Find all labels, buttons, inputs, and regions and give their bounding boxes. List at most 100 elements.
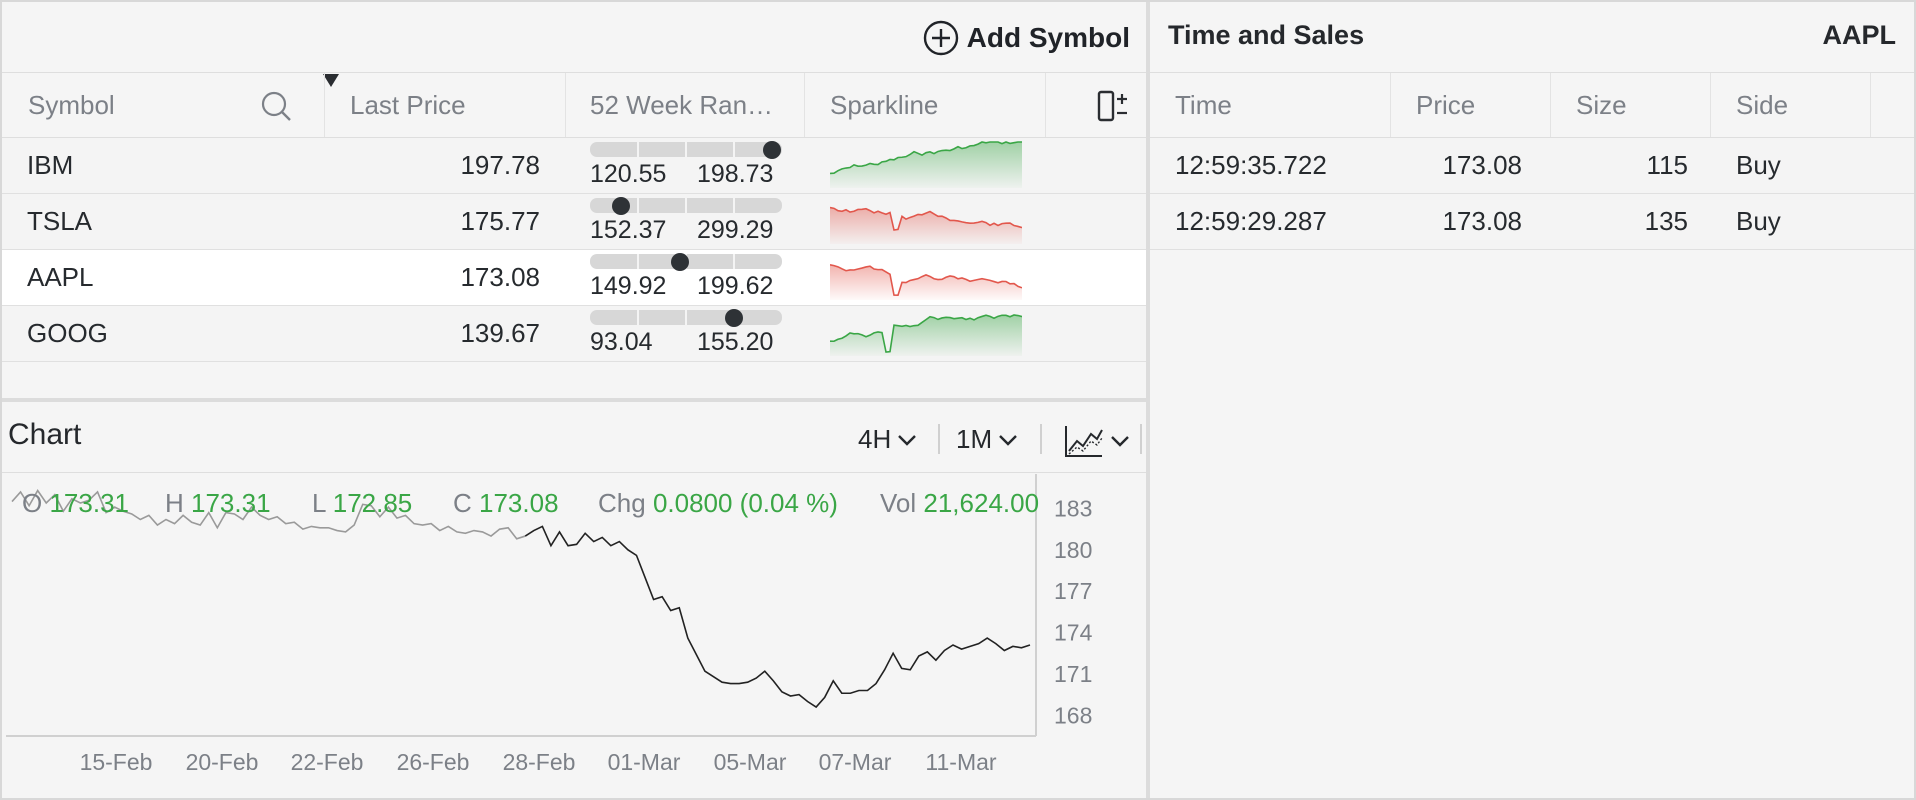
range-tick xyxy=(733,254,735,269)
ohlc-volume-label: Vol xyxy=(880,488,917,518)
column-divider[interactable] xyxy=(1045,73,1046,137)
column-divider[interactable] xyxy=(324,73,325,137)
ohlc-volume: Vol 21,624.00 xyxy=(880,488,1039,519)
column-divider[interactable] xyxy=(565,73,566,137)
row-last-price: 197.78 xyxy=(460,150,540,180)
chart-header-divider xyxy=(2,472,1146,473)
column-chooser-icon[interactable] xyxy=(1096,89,1132,123)
column-header-52-week-range[interactable]: 52 Week Ran… xyxy=(590,73,773,137)
y-tick-label: 177 xyxy=(1054,578,1092,604)
range-bar xyxy=(590,197,782,215)
column-divider[interactable] xyxy=(1710,73,1711,137)
interval-dropdown[interactable]: 4H xyxy=(858,424,917,455)
interval-value: 4H xyxy=(858,424,892,454)
y-tick-label: 168 xyxy=(1054,702,1092,728)
range-low: 93.04 xyxy=(590,328,653,356)
x-tick-label: 07-Mar xyxy=(819,749,892,775)
column-header-side[interactable]: Side xyxy=(1736,73,1788,137)
y-tick-label: 180 xyxy=(1054,537,1092,563)
range-marker xyxy=(763,141,782,159)
chart-title: Chart xyxy=(8,418,82,451)
add-symbol-label: Add Symbol xyxy=(966,22,1130,53)
sparkline-area xyxy=(830,314,1022,356)
chart-panel: Chart 4H 1M 183 180 177 174 171 168 15-Feb 20-F… xyxy=(2,402,1146,798)
range-high: 199.62 xyxy=(697,272,774,300)
watchlist-row-ibm[interactable]: IBM 197.78 120.55 198.73 xyxy=(2,138,1146,194)
watchlist-row-goog[interactable]: GOOG 139.67 93.04 155.20 xyxy=(2,306,1146,362)
chart-type-dropdown[interactable] xyxy=(1058,424,1130,458)
row-symbol: TSLA xyxy=(27,206,93,236)
column-divider[interactable] xyxy=(1550,73,1551,137)
line-chart-icon xyxy=(1065,426,1103,457)
trade-price: 173.08 xyxy=(1442,206,1522,236)
ohlc-change: Chg 0.0800 (0.04 %) xyxy=(598,488,838,519)
range-tick xyxy=(637,198,639,213)
range-high: 198.73 xyxy=(697,160,774,188)
range-low: 120.55 xyxy=(590,160,667,188)
range-bar xyxy=(590,253,782,271)
toolbar-divider xyxy=(1040,424,1042,454)
range-tick xyxy=(637,142,639,157)
column-header-time[interactable]: Time xyxy=(1175,73,1232,137)
period-value: 1M xyxy=(956,424,993,454)
range-tick xyxy=(685,310,687,325)
x-tick-label: 26-Feb xyxy=(397,749,470,775)
trade-side: Buy xyxy=(1736,206,1781,236)
column-header-sparkline[interactable]: Sparkline xyxy=(830,73,938,137)
chevron-down-icon xyxy=(898,434,917,446)
range-low: 149.92 xyxy=(590,272,667,300)
watchlist-row-aapl[interactable]: AAPL 173.08 149.92 199.62 xyxy=(2,250,1146,306)
trade-time: 12:59:29.287 xyxy=(1175,206,1327,236)
ohlc-low: L 172.85 xyxy=(312,488,412,519)
add-symbol-button[interactable]: Add Symbol xyxy=(923,20,1130,56)
time-and-sales-title: Time and Sales xyxy=(1168,20,1365,50)
trade-price: 173.08 xyxy=(1442,150,1522,180)
sparkline-area xyxy=(830,142,1022,188)
search-icon[interactable] xyxy=(260,90,292,122)
trade-row[interactable]: 12:59:35.722 173.08 115 Buy xyxy=(1150,138,1914,194)
range-low: 152.37 xyxy=(590,216,667,244)
sparkline-area xyxy=(830,264,1022,300)
time-and-sales-panel: Time and Sales AAPL Time Price Size Side… xyxy=(1150,2,1914,798)
range-tick xyxy=(637,254,639,269)
trade-side: Buy xyxy=(1736,150,1781,180)
app-frame: Add Symbol Symbol Last Price 52 Week Ran… xyxy=(0,0,1916,800)
y-tick-label: 174 xyxy=(1054,620,1093,646)
column-divider[interactable] xyxy=(804,73,805,137)
plus-circle-icon xyxy=(923,20,958,56)
column-header-symbol[interactable]: Symbol xyxy=(28,73,115,137)
toolbar-divider xyxy=(1140,424,1142,454)
period-dropdown[interactable]: 1M xyxy=(956,424,1018,455)
ohlc-low-label: L xyxy=(312,488,326,518)
ohlc-high-label: H xyxy=(165,488,184,518)
column-header-last-price[interactable]: Last Price xyxy=(350,73,466,137)
ohlc-open-value: 173.31 xyxy=(49,488,129,518)
watchlist-toolbar: Add Symbol xyxy=(2,2,1146,73)
ohlc-close-label: C xyxy=(453,488,472,518)
ohlc-open: O 173.31 xyxy=(22,488,129,519)
x-tick-label: 22-Feb xyxy=(291,749,364,775)
range-tick xyxy=(685,142,687,157)
column-divider[interactable] xyxy=(1390,73,1391,137)
watchlist-header: Symbol Last Price 52 Week Ran… Sparkline xyxy=(2,73,1146,138)
watchlist-row-tsla[interactable]: TSLA 175.77 152.37 299.29 xyxy=(2,194,1146,250)
time-and-sales-symbol: AAPL xyxy=(1822,20,1897,50)
row-symbol: GOOG xyxy=(27,318,108,348)
y-tick-label: 183 xyxy=(1054,495,1092,521)
column-header-price[interactable]: Price xyxy=(1416,73,1475,137)
x-tick-label: 01-Mar xyxy=(608,749,681,775)
price-line xyxy=(524,525,1031,709)
column-header-size[interactable]: Size xyxy=(1576,73,1627,137)
column-divider[interactable] xyxy=(1870,73,1871,137)
watchlist-panel: Add Symbol Symbol Last Price 52 Week Ran… xyxy=(2,2,1146,398)
range-bar xyxy=(590,141,782,159)
range-tick xyxy=(733,198,735,213)
x-tick-label: 15-Feb xyxy=(80,749,153,775)
ohlc-close: C 173.08 xyxy=(453,488,559,519)
price-chart[interactable]: 183 180 177 174 171 168 15-Feb 20-Feb 22-Feb 26-F… xyxy=(6,474,1142,796)
x-tick-label: 20-Feb xyxy=(186,749,259,775)
toolbar-divider xyxy=(938,424,940,454)
sparkline-chart xyxy=(830,263,1022,300)
trade-row[interactable]: 12:59:29.287 173.08 135 Buy xyxy=(1150,194,1914,250)
range-tick xyxy=(733,142,735,157)
